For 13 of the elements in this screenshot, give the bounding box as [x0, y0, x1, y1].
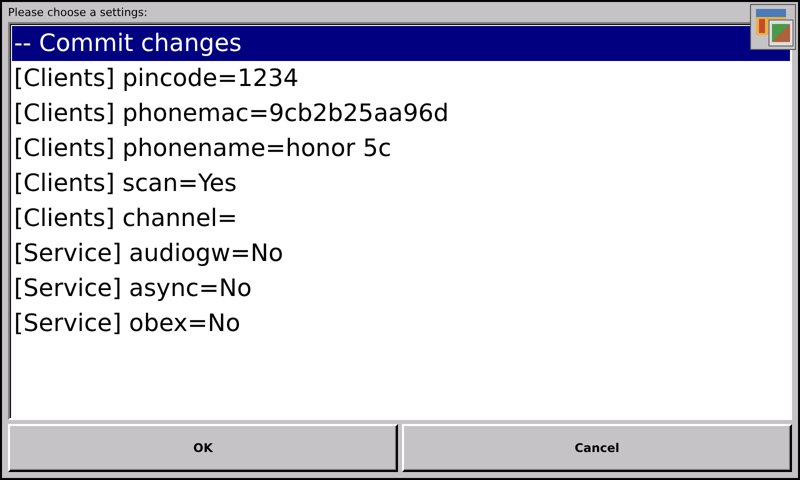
- picture-frame-icon[interactable]: [750, 4, 796, 50]
- dialog-title: Please choose a settings:: [8, 6, 148, 21]
- list-item[interactable]: [Service] async=No: [12, 271, 790, 306]
- list-item[interactable]: [Clients] scan=Yes: [12, 166, 790, 201]
- dialog-button[interactable]: OK: [8, 424, 398, 472]
- list-item[interactable]: -- Commit changes: [12, 26, 790, 61]
- dialog-button[interactable]: Cancel: [402, 424, 792, 472]
- list-item[interactable]: [Service] obex=No: [12, 306, 790, 341]
- list-item[interactable]: [Service] audiogw=No: [12, 236, 790, 271]
- list-item[interactable]: [Clients] phonename=honor 5c: [12, 131, 790, 166]
- list-item[interactable]: [Clients] channel=: [12, 201, 790, 236]
- list-item[interactable]: [Clients] phonemac=9cb2b25aa96d: [12, 96, 790, 131]
- list-item[interactable]: [Clients] pincode=1234: [12, 61, 790, 96]
